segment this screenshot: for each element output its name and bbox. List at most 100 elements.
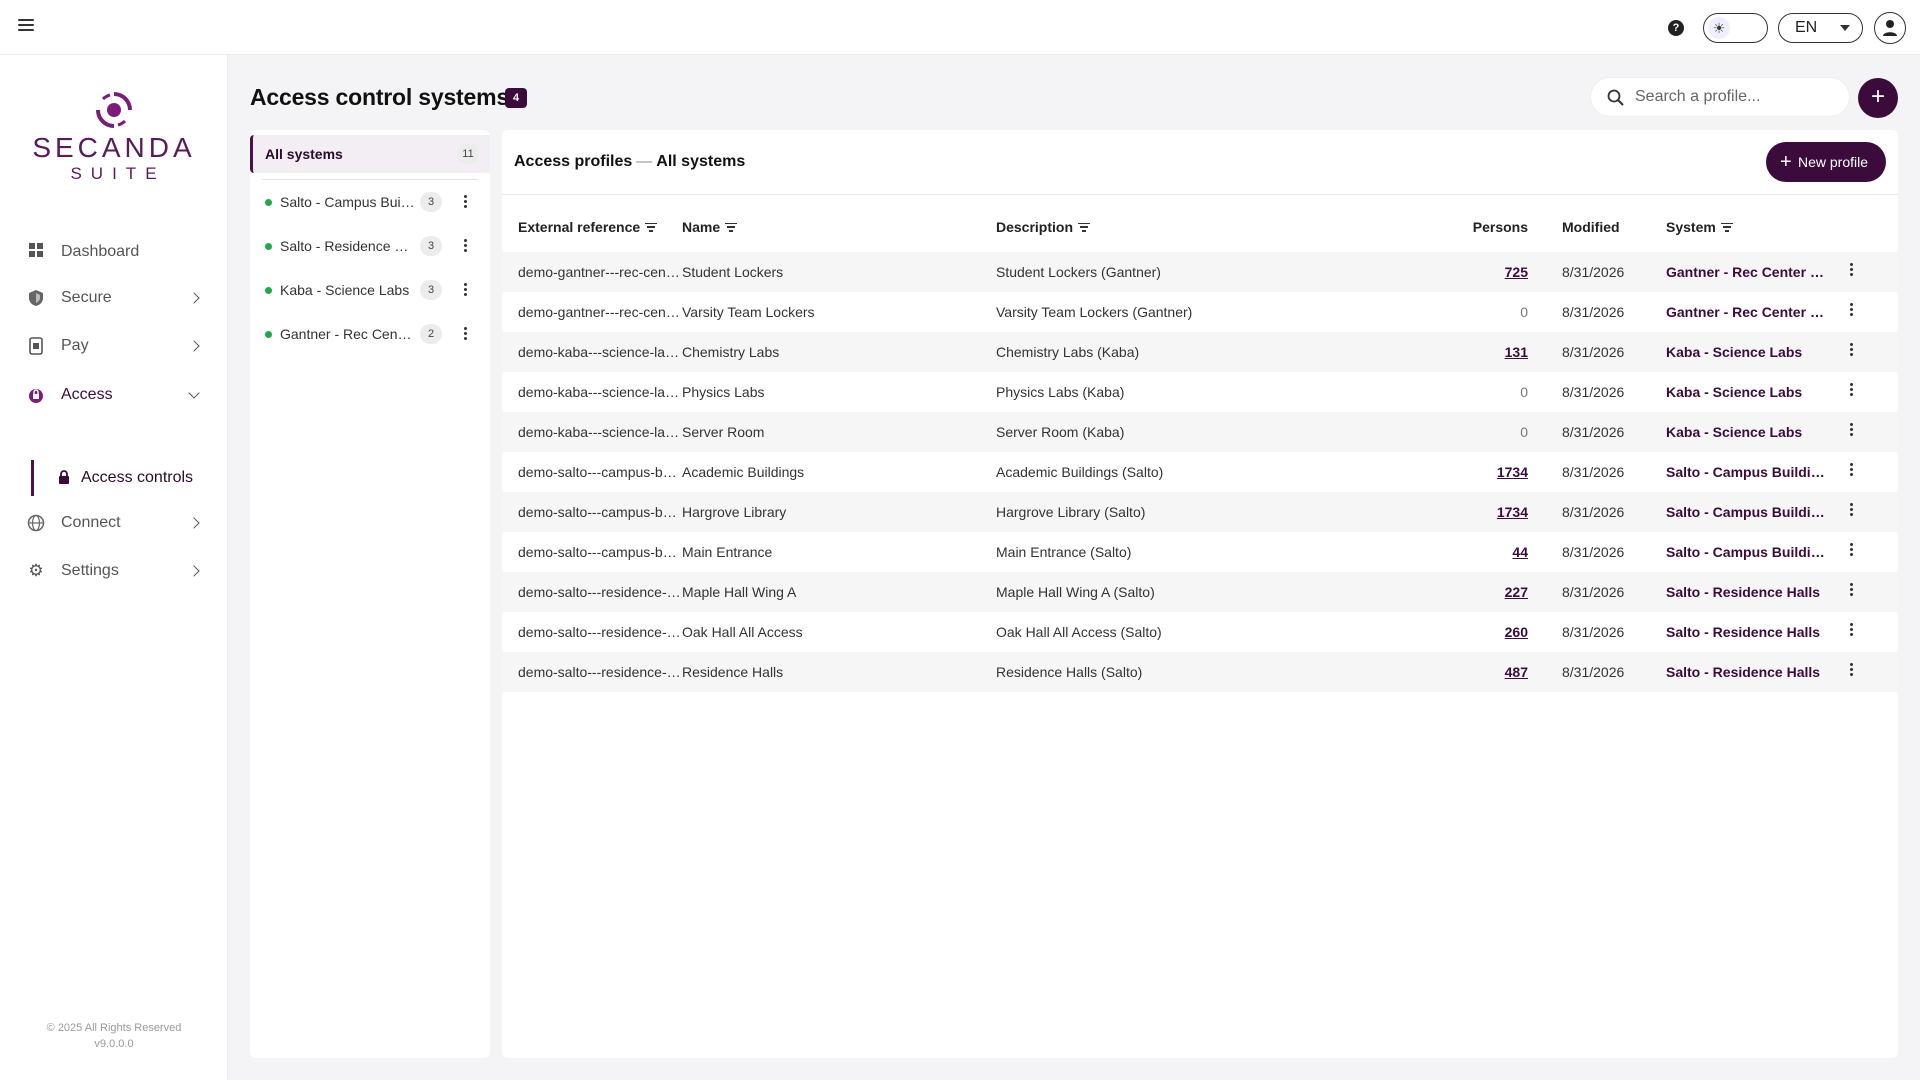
system-item-label: All systems xyxy=(265,146,343,162)
cell-persons: 0 xyxy=(1432,412,1536,452)
language-select[interactable]: EN xyxy=(1778,13,1863,43)
cell-external-reference: demo-salto---campus-buildings-2 xyxy=(518,504,682,520)
more-options-icon[interactable] xyxy=(1850,623,1854,638)
more-options-icon[interactable] xyxy=(1850,543,1854,558)
more-options-icon[interactable] xyxy=(464,327,468,342)
copyright-text: © 2025 All Rights Reserved xyxy=(46,1022,182,1034)
persons-link[interactable]: 44 xyxy=(1512,544,1528,560)
more-options-icon[interactable] xyxy=(1850,583,1854,598)
dashboard-icon xyxy=(27,243,45,261)
table-row[interactable]: demo-salto---campus-buildings-1Academic … xyxy=(502,452,1898,492)
more-options-icon[interactable] xyxy=(464,195,468,210)
table-row[interactable]: demo-salto---residence-halls-2Oak Hall A… xyxy=(502,612,1898,652)
persons-link[interactable]: 131 xyxy=(1505,344,1528,360)
systems-panel: All systems 11 Salto - Campus Buildings … xyxy=(250,130,490,1058)
table-row[interactable]: demo-salto---residence-halls-1Maple Hall… xyxy=(502,572,1898,612)
system-item[interactable]: Kaba - Science Labs 3 xyxy=(250,271,490,307)
cell-persons: 227 xyxy=(1432,572,1536,612)
sidebar-item-settings[interactable]: ⚙ Settings xyxy=(0,551,228,591)
wallet-icon xyxy=(27,337,45,355)
search-box xyxy=(1590,77,1850,117)
column-header-description[interactable]: Description xyxy=(996,202,1432,252)
cell-actions xyxy=(1828,332,1898,372)
persons-link[interactable]: 227 xyxy=(1505,584,1528,600)
table-row[interactable]: demo-kaba---science-labs-2 Physics Labs Ph… xyxy=(502,372,1898,412)
theme-toggle[interactable]: ☀ xyxy=(1703,13,1768,43)
cell-external-reference: demo-salto---campus-buildings-1 xyxy=(518,464,682,480)
new-profile-label: New profile xyxy=(1798,154,1869,170)
cell-description: Main Entrance (Salto) xyxy=(996,544,1132,560)
more-options-icon[interactable] xyxy=(1850,303,1854,318)
cell-system: Kaba - Science Labs xyxy=(1666,424,1803,440)
more-options-icon[interactable] xyxy=(1850,503,1854,518)
persons-link[interactable]: 487 xyxy=(1505,664,1528,680)
filter-icon[interactable] xyxy=(645,222,658,232)
table-row[interactable]: demo-kaba---science-labs-3 Server Room Ser… xyxy=(502,412,1898,452)
sidebar-subitem-access-controls[interactable]: Access controls xyxy=(31,460,211,496)
cell-name: Main Entrance xyxy=(682,544,773,560)
table-row[interactable]: demo-salto---residence-halls-3Residence … xyxy=(502,652,1898,692)
status-dot xyxy=(265,243,272,250)
chevron-right-icon xyxy=(188,292,200,304)
cell-modified: 8/31/2026 xyxy=(1562,264,1625,280)
more-options-icon[interactable] xyxy=(1850,263,1854,278)
menu-icon[interactable] xyxy=(18,19,34,33)
cell-modified: 8/31/2026 xyxy=(1562,584,1625,600)
search-input[interactable] xyxy=(1635,78,1840,116)
cell-description: Chemistry Labs (Kaba) xyxy=(996,344,1140,360)
table-row[interactable]: demo-gantner---rec-center-lockers-1Stude… xyxy=(502,252,1898,292)
system-item-all[interactable]: All systems 11 xyxy=(250,135,490,173)
cell-modified: 8/31/2026 xyxy=(1562,544,1625,560)
filter-icon[interactable] xyxy=(725,222,738,232)
column-header-persons[interactable]: Persons xyxy=(1432,202,1536,252)
cell-system: Salto - Campus Buildings xyxy=(1666,464,1828,480)
more-options-icon[interactable] xyxy=(1850,663,1854,678)
table-row[interactable]: demo-gantner---rec-center-lockers-2Varsi… xyxy=(502,292,1898,332)
sidebar-item-pay[interactable]: Pay xyxy=(0,326,228,366)
sidebar-item-secure[interactable]: Secure xyxy=(0,278,228,318)
more-options-icon[interactable] xyxy=(1850,383,1854,398)
shield-icon xyxy=(27,289,45,307)
system-count-badge: 3 xyxy=(420,236,442,256)
add-system-button[interactable]: + xyxy=(1858,78,1898,118)
cell-actions xyxy=(1828,292,1898,332)
system-item[interactable]: Gantner - Rec Center Lockers 2 xyxy=(250,315,490,351)
help-icon[interactable]: ? xyxy=(1668,20,1684,36)
table-row[interactable]: demo-kaba---science-labs-1 Chemistry Labs… xyxy=(502,332,1898,372)
new-profile-button[interactable]: + New profile xyxy=(1766,142,1886,182)
column-header-system[interactable]: System xyxy=(1666,202,1828,252)
column-header-name[interactable]: Name xyxy=(682,202,996,252)
cell-description: Residence Halls (Salto) xyxy=(996,664,1143,680)
cell-external-reference: demo-salto---residence-halls-1 xyxy=(518,584,682,600)
cell-modified: 8/31/2026 xyxy=(1562,464,1625,480)
system-item[interactable]: Salto - Residence Halls 3 xyxy=(250,227,490,263)
cell-modified: 8/31/2026 xyxy=(1562,624,1625,640)
more-options-icon[interactable] xyxy=(464,239,468,254)
column-header-ref[interactable]: External reference xyxy=(502,202,682,252)
user-avatar-button[interactable] xyxy=(1874,12,1906,44)
column-header-modified[interactable]: Modified xyxy=(1536,202,1666,252)
table-row[interactable]: demo-salto---campus-buildings-3Main Entr… xyxy=(502,532,1898,572)
sidebar-item-connect[interactable]: Connect xyxy=(0,503,228,543)
table-row[interactable]: demo-salto---campus-buildings-2Hargrove … xyxy=(502,492,1898,532)
persons-link[interactable]: 725 xyxy=(1505,264,1528,280)
chevron-right-icon xyxy=(188,340,200,352)
more-options-icon[interactable] xyxy=(1850,343,1854,358)
filter-icon[interactable] xyxy=(1720,222,1733,232)
persons-link[interactable]: 1734 xyxy=(1497,504,1528,520)
persons-link[interactable]: 1734 xyxy=(1497,464,1528,480)
sidebar-item-dashboard[interactable]: Dashboard xyxy=(0,232,228,272)
filter-icon[interactable] xyxy=(1078,222,1091,232)
sidebar-item-label: Access xyxy=(61,386,113,403)
sidebar: SECANDA SUITE Dashboard Secure Pay Acces… xyxy=(0,55,228,1080)
more-options-icon[interactable] xyxy=(1850,423,1854,438)
persons-link[interactable]: 260 xyxy=(1505,624,1528,640)
cell-system: Salto - Campus Buildings xyxy=(1666,544,1828,560)
more-options-icon[interactable] xyxy=(464,283,468,298)
system-item-label: Salto - Residence Halls xyxy=(280,238,415,254)
page-title: Access control systems xyxy=(250,84,509,110)
system-item[interactable]: Salto - Campus Buildings 3 xyxy=(250,183,490,219)
sidebar-item-access[interactable]: Access xyxy=(0,375,228,415)
more-options-icon[interactable] xyxy=(1850,463,1854,478)
globe-icon xyxy=(27,514,45,532)
